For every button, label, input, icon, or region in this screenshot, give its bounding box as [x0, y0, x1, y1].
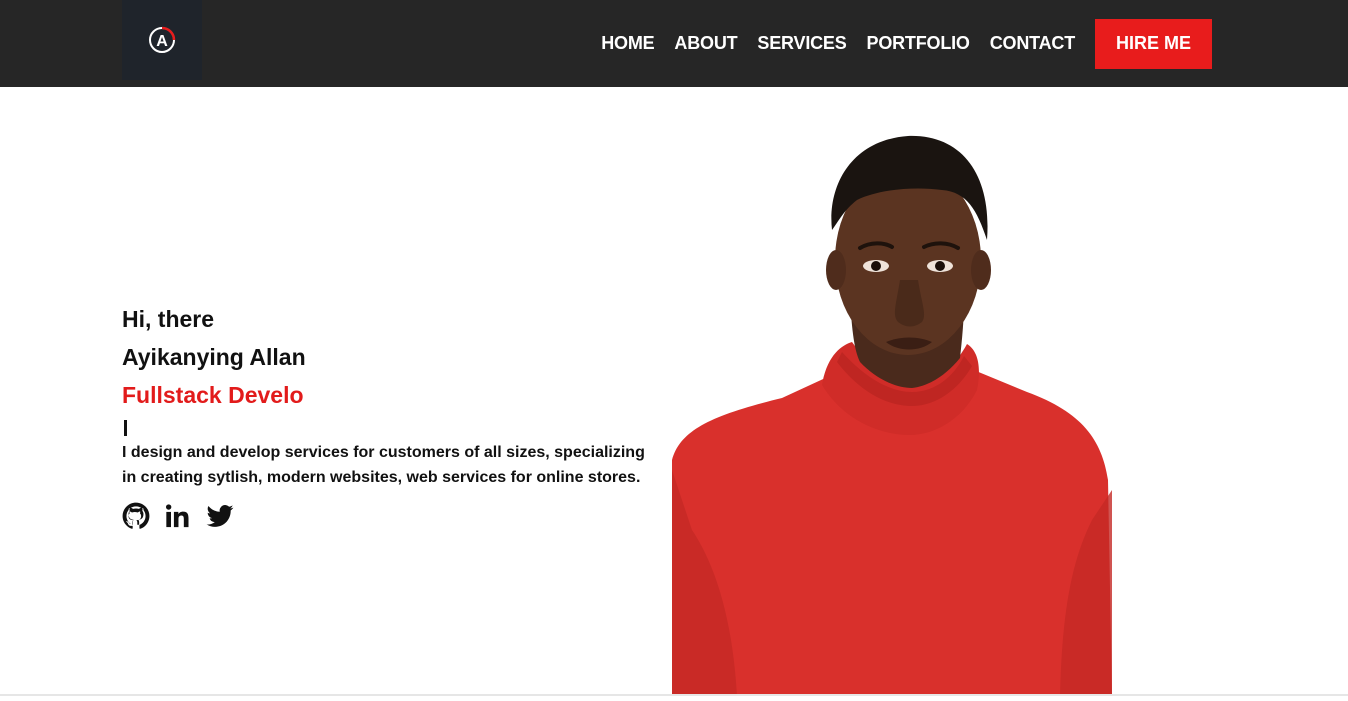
nav-links: HOME ABOUT SERVICES PORTFOLIO CONTACT HI…	[581, 0, 1212, 87]
hero-section: Hi, there Ayikanying Allan Fullstack Dev…	[122, 300, 682, 530]
bio-text: I design and develop services for custom…	[122, 440, 662, 490]
person-name: Ayikanying Allan	[122, 338, 682, 376]
logo-icon: A	[146, 24, 178, 56]
typed-role: Fullstack Develo	[122, 376, 682, 414]
github-link[interactable]	[122, 502, 150, 530]
nav-portfolio[interactable]: PORTFOLIO	[867, 33, 970, 54]
svg-text:A: A	[156, 33, 168, 50]
hire-me-button[interactable]: HIRE ME	[1095, 19, 1212, 69]
nav-about[interactable]: ABOUT	[674, 33, 737, 54]
twitter-link[interactable]	[206, 502, 234, 530]
navbar: A HOME ABOUT SERVICES PORTFOLIO CONTACT …	[0, 0, 1348, 87]
portrait-illustration	[672, 130, 1112, 696]
twitter-icon	[206, 502, 234, 530]
linkedin-link[interactable]	[164, 502, 192, 530]
nav-home[interactable]: HOME	[601, 33, 654, 54]
github-icon	[122, 502, 150, 530]
typing-cursor	[124, 420, 127, 436]
logo[interactable]: A	[122, 0, 202, 80]
linkedin-icon	[164, 502, 192, 530]
nav-services[interactable]: SERVICES	[757, 33, 846, 54]
profile-photo	[672, 130, 1112, 696]
greeting: Hi, there	[122, 300, 682, 338]
social-links	[122, 502, 682, 530]
nav-contact[interactable]: CONTACT	[990, 33, 1075, 54]
